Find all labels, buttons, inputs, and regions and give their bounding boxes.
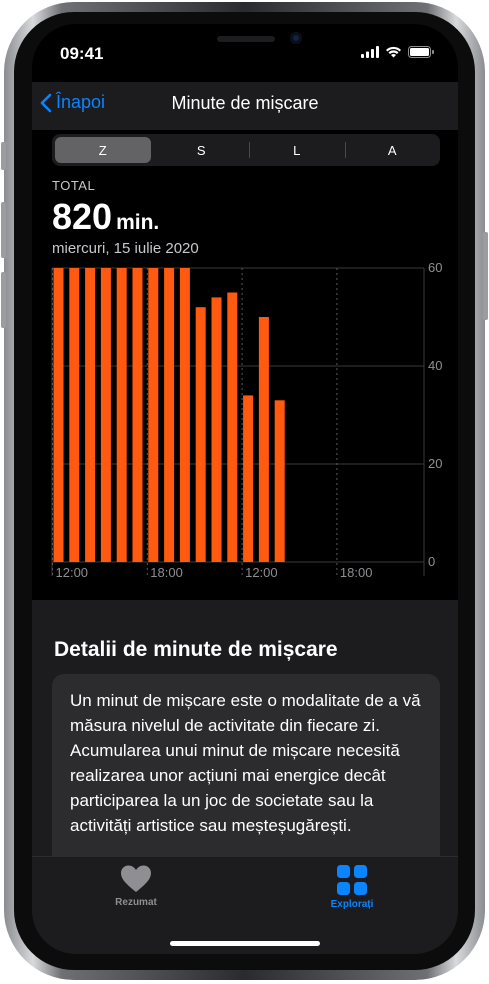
x-tick-label: 12:00 [56, 565, 89, 580]
navigation-bar: Înapoi Minute de mișcare [32, 82, 458, 130]
screen: 09:41 Înapoi Minute de mișcare Z S L A T… [32, 24, 458, 954]
chart-bar [195, 307, 206, 562]
period-segmented-control: Z S L A [52, 134, 440, 166]
chart-bar [211, 297, 222, 562]
page-title: Minute de mișcare [171, 93, 319, 113]
volume-down-button [1, 272, 6, 328]
total-number: 820 [52, 196, 113, 237]
chart-area: Z S L A TOTAL 820 min. miercuri, 15 iulie… [32, 130, 458, 600]
chart-bar [100, 268, 111, 562]
segment-label: S [196, 142, 206, 158]
chart-bar [227, 292, 238, 562]
total-label: TOTAL [52, 178, 96, 193]
y-tick-label: 0 [428, 554, 435, 569]
signal-icon [361, 46, 379, 58]
chart-bar [243, 395, 254, 562]
notch [132, 24, 360, 58]
details-title: Detalii de minute de mișcare [54, 638, 338, 661]
speaker [217, 36, 275, 42]
move-minutes-bar-chart: 60 40 20 0 12:00 18:00 12:00 18:00 [51, 260, 442, 580]
total-unit: min. [116, 211, 160, 234]
chart-bar [69, 268, 80, 562]
status-time: 09:41 [60, 44, 104, 63]
home-indicator[interactable] [170, 941, 320, 946]
segment-label: A [387, 142, 397, 158]
segment-day[interactable]: Z [55, 137, 151, 163]
side-button [483, 232, 488, 320]
details-card: Un minut de mișcare este o modalitate de… [52, 674, 440, 874]
segment-label: L [293, 142, 301, 158]
chart-bar [132, 268, 143, 562]
tab-label: Rezumat [115, 897, 157, 908]
details-body: Un minut de mișcare este o modalitate de… [70, 691, 421, 835]
chart-bar [85, 268, 96, 562]
mute-switch [1, 142, 6, 170]
x-tick-label: 18:00 [150, 565, 183, 580]
tab-label: Explorați [330, 899, 374, 910]
total-value: 820 min. [52, 196, 159, 238]
chart-bar [179, 268, 190, 562]
segment-month[interactable]: L [249, 134, 346, 166]
chart-bar [53, 268, 64, 562]
x-tick-label: 12:00 [245, 565, 278, 580]
y-tick-label: 60 [428, 260, 442, 275]
tab-bar: Rezumat Explorați [32, 856, 458, 954]
date-label: miercuri, 15 iulie 2020 [52, 240, 199, 257]
camera [290, 32, 302, 44]
volume-up-button [1, 202, 6, 258]
chart-bar [164, 268, 175, 562]
battery-icon [408, 46, 434, 58]
chart-bar [258, 317, 269, 562]
wifi-icon [386, 46, 401, 58]
segment-week[interactable]: S [154, 134, 250, 166]
y-tick-label: 40 [428, 358, 442, 373]
x-tick-label: 18:00 [340, 565, 373, 580]
chart-bar [148, 268, 159, 562]
grid-icon [337, 865, 367, 895]
heart-icon [121, 865, 151, 892]
segment-label: Z [98, 142, 107, 158]
chart-bar [274, 400, 285, 562]
status-icons [361, 46, 434, 58]
segment-year[interactable]: A [345, 134, 441, 166]
tab-browse[interactable]: Explorați [292, 865, 412, 910]
y-tick-label: 20 [428, 456, 442, 471]
tab-summary[interactable]: Rezumat [76, 865, 196, 908]
chart-bar [116, 268, 127, 562]
